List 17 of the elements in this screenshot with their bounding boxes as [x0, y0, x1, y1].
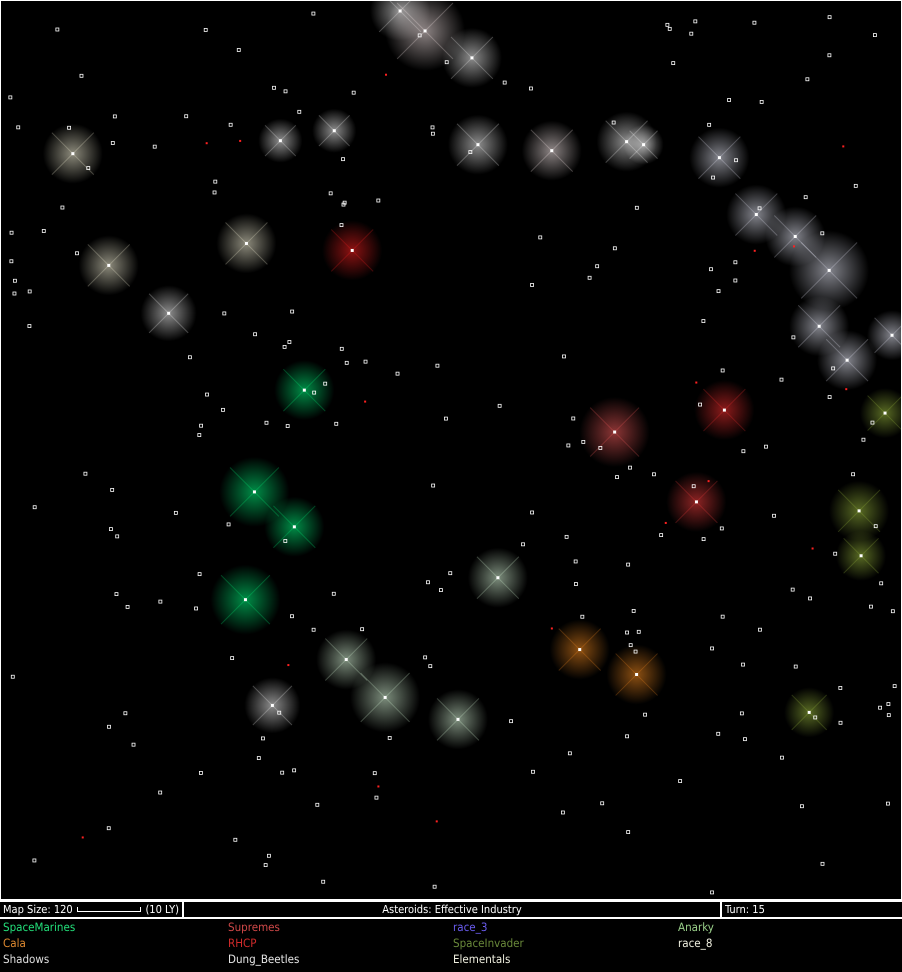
race-name: Elementals	[453, 952, 512, 967]
star-map-drawing[interactable]	[0, 0, 902, 900]
status-message: Asteroids: Effective Industry	[382, 903, 522, 916]
turn-counter: Turn: 15	[725, 903, 765, 916]
race-name: RHCP	[228, 936, 258, 951]
race-name: Cala	[3, 936, 27, 951]
race-name: SpaceMarines	[3, 920, 76, 935]
race-name: Shadows	[3, 952, 50, 967]
race-name: Supremes	[228, 920, 281, 935]
race-name: race_8	[678, 936, 714, 951]
scale-label: (10 LY)	[145, 903, 179, 916]
race-name: Anarky	[678, 920, 715, 935]
race-name: Dung_Beetles	[228, 952, 300, 967]
race-name: SpaceInvader	[453, 936, 525, 951]
map-size-label: Map Size: 120	[3, 903, 73, 916]
race-name: race_3	[453, 920, 488, 935]
scale-bar	[76, 907, 142, 912]
